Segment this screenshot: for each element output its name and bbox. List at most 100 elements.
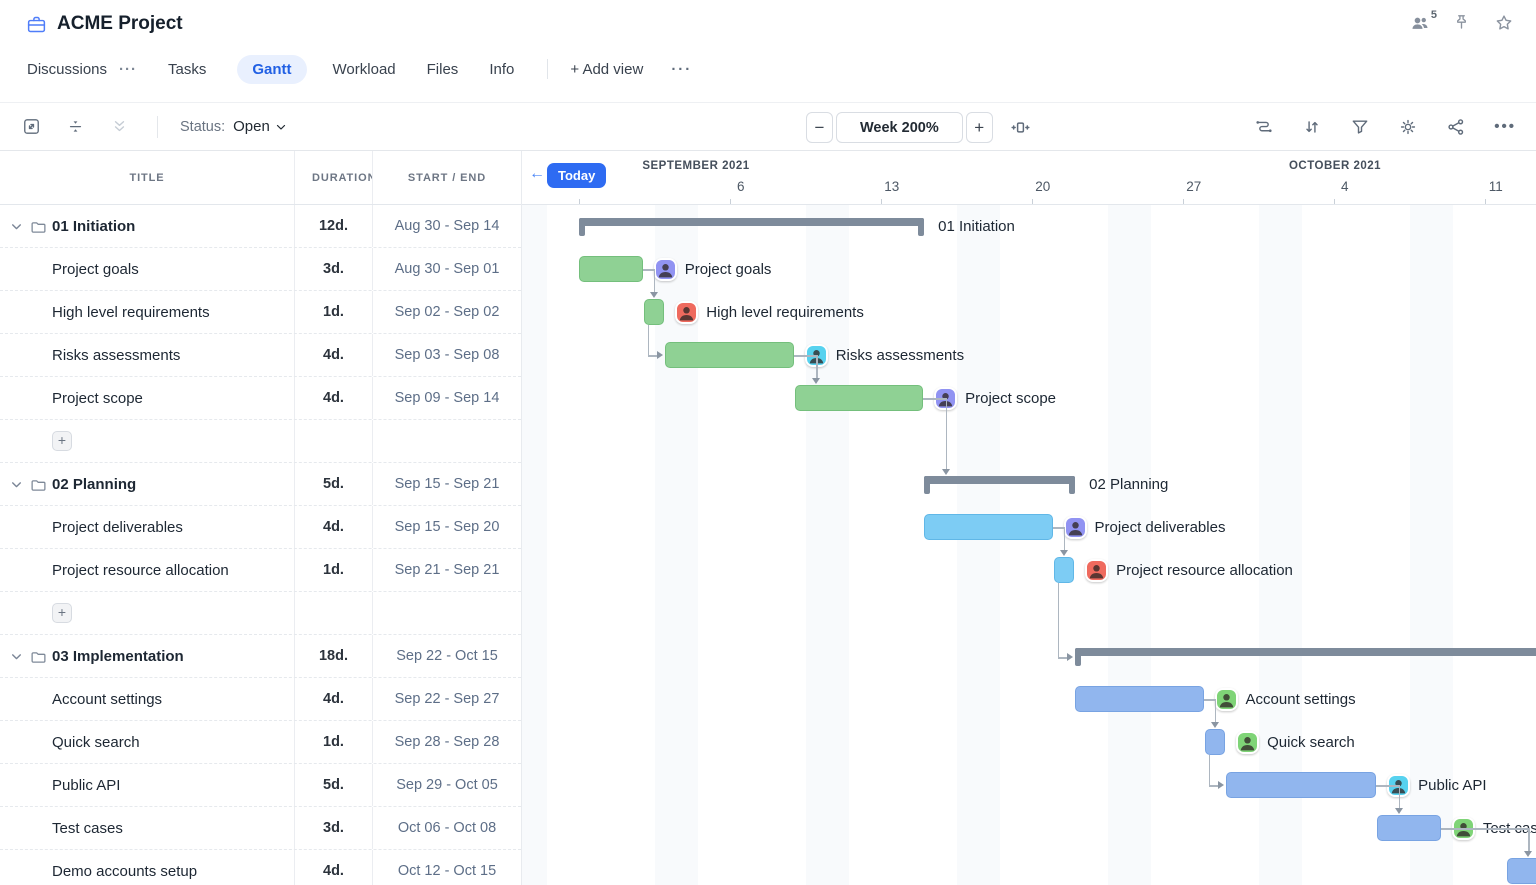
table-row[interactable]: Test cases3d.Oct 06 - Oct 08 bbox=[0, 807, 521, 850]
week-tick bbox=[730, 199, 731, 204]
task-label: High level requirements bbox=[706, 304, 864, 321]
date-range: Oct 06 - Oct 08 bbox=[373, 807, 521, 849]
gantt-bar[interactable] bbox=[1054, 557, 1075, 583]
title-cell: Risks assessments bbox=[0, 334, 295, 376]
date-range: Sep 15 - Sep 21 bbox=[373, 463, 521, 505]
tab-discussions[interactable]: Discussions bbox=[27, 61, 107, 78]
table-row[interactable]: Public API5d.Sep 29 - Oct 05 bbox=[0, 764, 521, 807]
summary-bar[interactable] bbox=[579, 218, 924, 226]
fit-to-screen-icon[interactable] bbox=[1010, 117, 1031, 138]
gantt-bar[interactable] bbox=[795, 385, 923, 411]
scroll-to-today-arrow[interactable]: ← bbox=[529, 165, 545, 183]
table-row[interactable]: 03 Implementation18d.Sep 22 - Oct 15 bbox=[0, 635, 521, 678]
assignee-avatar[interactable] bbox=[1085, 559, 1108, 582]
duration-value: 1d. bbox=[295, 549, 373, 591]
column-header-start-end[interactable]: START / END bbox=[373, 151, 521, 204]
dependency-line bbox=[1215, 699, 1217, 723]
tab-gantt[interactable]: Gantt bbox=[237, 55, 306, 84]
table-row[interactable]: 02 Planning5d.Sep 15 - Sep 21 bbox=[0, 463, 521, 506]
task-label: Project resource allocation bbox=[1116, 562, 1293, 579]
table-header-row: TITLE DURATION START / END bbox=[0, 151, 521, 205]
zoom-level-display[interactable]: Week 200% bbox=[836, 112, 963, 143]
gantt-bar[interactable] bbox=[579, 256, 643, 282]
settings-gear-icon[interactable] bbox=[1398, 117, 1418, 137]
assignee-avatar[interactable] bbox=[1236, 731, 1259, 754]
summary-bar[interactable] bbox=[1075, 648, 1536, 656]
chevron-down-icon[interactable] bbox=[10, 478, 23, 491]
gantt-bar[interactable] bbox=[1507, 858, 1536, 884]
assignee-avatar[interactable] bbox=[675, 301, 698, 324]
gantt-bar[interactable] bbox=[1226, 772, 1376, 798]
zoom-in-button[interactable]: + bbox=[966, 112, 993, 143]
table-row[interactable]: 01 Initiation12d.Aug 30 - Sep 14 bbox=[0, 205, 521, 248]
tab-tasks[interactable]: Tasks bbox=[168, 61, 206, 78]
tab-files[interactable]: Files bbox=[427, 61, 459, 78]
add-task-row[interactable]: + bbox=[0, 420, 521, 463]
column-header-title[interactable]: TITLE bbox=[0, 151, 295, 204]
table-row[interactable]: High level requirements1d.Sep 02 - Sep 0… bbox=[0, 291, 521, 334]
share-icon[interactable] bbox=[1446, 117, 1466, 137]
zoom-out-button[interactable]: − bbox=[806, 112, 833, 143]
chevron-down-icon[interactable] bbox=[10, 220, 23, 233]
add-task-button[interactable]: + bbox=[52, 603, 72, 623]
gantt-bar[interactable] bbox=[644, 299, 665, 325]
dependency-arrow-icon bbox=[812, 378, 820, 384]
expand-all-icon[interactable] bbox=[110, 117, 129, 136]
more-actions-button[interactable]: ••• bbox=[1494, 117, 1516, 137]
tab-info[interactable]: Info bbox=[489, 61, 514, 78]
table-row[interactable]: Project goals3d.Aug 30 - Sep 01 bbox=[0, 248, 521, 291]
chevron-down-icon[interactable] bbox=[10, 650, 23, 663]
table-row[interactable]: Project resource allocation1d.Sep 21 - S… bbox=[0, 549, 521, 592]
tabs-overflow-button[interactable]: ··· bbox=[671, 61, 692, 78]
gantt-bar[interactable] bbox=[1075, 686, 1203, 712]
status-dropdown[interactable]: Open bbox=[233, 118, 287, 135]
weekend-stripe bbox=[522, 205, 547, 885]
task-label: Account settings bbox=[1246, 691, 1356, 708]
today-button[interactable]: Today bbox=[547, 163, 606, 188]
task-title: Project deliverables bbox=[52, 519, 183, 536]
gantt-bar[interactable] bbox=[924, 514, 1052, 540]
pin-icon[interactable] bbox=[1452, 13, 1472, 33]
add-task-row[interactable]: + bbox=[0, 592, 521, 635]
discussions-more-button[interactable]: ··· bbox=[119, 61, 137, 78]
collapse-rows-icon[interactable] bbox=[66, 117, 85, 136]
dependency-line bbox=[654, 269, 656, 293]
date-range: Aug 30 - Sep 14 bbox=[373, 205, 521, 247]
add-task-button[interactable]: + bbox=[52, 431, 72, 451]
task-label: Quick search bbox=[1267, 734, 1355, 751]
summary-bar[interactable] bbox=[924, 476, 1075, 484]
tabs-divider bbox=[547, 59, 548, 79]
table-row[interactable]: Quick search1d.Sep 28 - Sep 28 bbox=[0, 721, 521, 764]
add-view-button[interactable]: + Add view bbox=[570, 61, 643, 78]
dependency-arrow-icon bbox=[1211, 722, 1219, 728]
gantt-bar[interactable] bbox=[1205, 729, 1226, 755]
date-range: Sep 02 - Sep 02 bbox=[373, 291, 521, 333]
title-cell: Project scope bbox=[0, 377, 295, 419]
date-range: Oct 12 - Oct 15 bbox=[373, 850, 521, 885]
gantt-bar[interactable] bbox=[665, 342, 793, 368]
table-row[interactable]: Project deliverables4d.Sep 15 - Sep 20 bbox=[0, 506, 521, 549]
title-cell: 02 Planning bbox=[0, 463, 295, 505]
assignee-avatar[interactable] bbox=[654, 258, 677, 281]
members-icon[interactable]: 5 bbox=[1410, 13, 1430, 33]
assignee-avatar[interactable] bbox=[1215, 688, 1238, 711]
duration-value bbox=[295, 420, 373, 462]
dependencies-icon[interactable] bbox=[1254, 117, 1274, 137]
star-icon[interactable] bbox=[1494, 13, 1514, 33]
task-table: TITLE DURATION START / END 01 Initiation… bbox=[0, 151, 521, 885]
tab-workload[interactable]: Workload bbox=[333, 61, 396, 78]
table-row[interactable]: Account settings4d.Sep 22 - Sep 27 bbox=[0, 678, 521, 721]
title-cell: 01 Initiation bbox=[0, 205, 295, 247]
fullscreen-icon[interactable] bbox=[22, 117, 41, 136]
folder-icon bbox=[30, 649, 47, 666]
table-row[interactable]: Project scope4d.Sep 09 - Sep 14 bbox=[0, 377, 521, 420]
task-title: Public API bbox=[52, 777, 120, 794]
sort-icon[interactable] bbox=[1302, 117, 1322, 137]
filter-icon[interactable] bbox=[1350, 117, 1370, 137]
week-label: 13 bbox=[884, 179, 899, 194]
assignee-avatar[interactable] bbox=[1064, 516, 1087, 539]
table-row[interactable]: Risks assessments4d.Sep 03 - Sep 08 bbox=[0, 334, 521, 377]
gantt-bar[interactable] bbox=[1377, 815, 1441, 841]
table-row[interactable]: Demo accounts setup4d.Oct 12 - Oct 15 bbox=[0, 850, 521, 885]
column-header-duration[interactable]: DURATION bbox=[295, 151, 373, 204]
